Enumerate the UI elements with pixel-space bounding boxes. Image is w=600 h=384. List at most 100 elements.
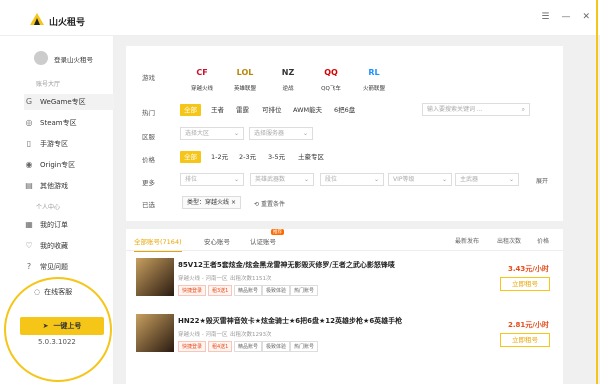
game-name: 英雄联盟 [233,86,256,92]
more-filter-select[interactable]: 英雄武器数 ⌄ [250,173,314,186]
chevron-down-icon: ⌄ [302,130,308,137]
server-select[interactable]: 选择服务器 ⌄ [249,127,313,140]
search-icon: ⌕ [521,106,525,113]
more-filter-value: VIP等级 [393,176,415,183]
sidebar-item[interactable]: ▤ 其他游戏 [24,178,114,194]
game-logo-icon: RL [368,67,380,77]
app-window: 山火租号 ☰ — ✕ 登录山火租号 账号大厅 个人中心 ◌ 在线客服 ➤ 一键上… [0,0,600,384]
expand-toggle[interactable]: 展开 [536,176,548,185]
chevron-down-icon: ⌄ [508,176,514,183]
chevron-down-icon: ⌄ [441,176,447,183]
game-option[interactable]: QQ QQ飞车 [316,62,346,93]
game-option[interactable]: RL 火箭联盟 [359,62,389,93]
more-filter-value: 英雄武器数 [255,176,286,183]
login-link[interactable]: 登录山火租号 [54,54,93,64]
sidebar-item-label: 我的收藏 [40,242,68,250]
question-icon: ? [26,262,32,271]
account-thumbnail[interactable] [136,314,174,352]
more-filter-select[interactable]: 排位 ⌄ [180,173,244,186]
tab-verified-accounts[interactable]: 认证账号 [250,236,276,246]
game-option[interactable]: LOL 英雄联盟 [230,62,260,93]
recommend-badge: 推荐 [271,229,284,235]
price-tag[interactable]: 1-2元 [207,151,232,163]
reset-filters-button[interactable]: ⟲ 重置条件 [254,199,285,208]
selected-row-label: 已选 [142,201,155,209]
sidebar-item[interactable]: ? 常见问题 [24,259,114,275]
app-logo-icon [30,13,44,25]
account-badge: 精品账号 [234,341,263,352]
sidebar-item[interactable]: ♡ 我的收藏 [24,238,114,254]
sidebar-item[interactable]: ▯ 手游专区 [24,136,114,152]
account-price: 2.81元/小时 [508,321,549,329]
account-rent-count: 出租次数1293次 [230,332,272,338]
region-select-value: 选择大区 [185,130,210,137]
more-filter-select[interactable]: 段位 ⌄ [320,173,384,186]
sidebar-item[interactable]: G WeGame专区 [24,94,114,110]
account-title[interactable]: HN22★毁灭雷神音效卡★炫金骑士★6把6盘★12英雄步枪★6英雄手枪 [178,316,402,326]
more-filter-value: 排位 [185,176,198,183]
close-icon[interactable]: × [231,199,236,206]
hot-tag[interactable]: AWM能夫 [289,104,326,116]
menu-icon[interactable]: ☰ [541,12,549,22]
more-filter-value: 段位 [325,176,338,183]
sidebar-item[interactable]: ▦ 我的订单 [24,217,114,233]
search-input[interactable]: 输入要搜索关键词 ... ⌕ [422,103,530,116]
mobile-icon: ▯ [26,139,32,148]
more-filter-select[interactable]: 主武器 ⌄ [455,173,519,186]
close-icon[interactable]: ✕ [582,12,590,22]
online-service-button[interactable]: ◌ 在线客服 [34,287,72,297]
hot-tag[interactable]: 可排位 [258,104,286,116]
game-option[interactable]: NZ 逆战 [273,62,303,93]
price-tag[interactable]: 土豪专区 [294,151,328,163]
game-logo-icon: QQ [324,67,338,77]
sidebar-item[interactable]: ◉ Origin专区 [24,157,114,173]
sidebar-item-label: 其他游戏 [40,182,68,190]
window-right-accent [596,0,598,384]
headset-icon: ◌ [34,288,41,296]
selected-filter-chip[interactable]: 类型：穿越火线 × [182,196,241,209]
tab-all-accounts[interactable]: 全部账号(7164) [134,236,182,252]
game-name: QQ飞车 [321,86,341,92]
price-tag[interactable]: 全部 [180,151,201,163]
more-row-label: 更多 [142,179,155,187]
hot-tag[interactable]: 王者 [207,104,228,116]
order-icon: ▦ [25,220,33,229]
hot-tag[interactable]: 6把6盘 [330,104,359,116]
game-name: 穿越火线 [190,86,213,92]
wegame-icon: G [25,97,33,106]
hot-tag[interactable]: 雷霆 [232,104,253,116]
steam-icon: ◎ [25,118,33,127]
chevron-down-icon: ⌄ [373,176,379,183]
one-key-login-button[interactable]: ➤ 一键上号 [20,317,104,335]
region-row-label: 区服 [142,133,155,141]
avatar[interactable] [34,51,48,65]
account-thumbnail[interactable] [136,258,174,296]
sort-latest[interactable]: 最新发布 [455,236,479,245]
sort-price[interactable]: 价格 [537,236,549,245]
sidebar-item-label: 常见问题 [40,263,68,271]
heart-icon: ♡ [25,241,33,250]
region-select[interactable]: 选择大区 ⌄ [180,127,244,140]
rent-now-button[interactable]: 立即租号 [500,277,550,291]
version-text: 5.0.3.1022 [38,338,76,346]
more-filter-value: 主武器 [460,176,479,183]
account-price: 3.43元/小时 [508,265,549,273]
account-badge: 热门账号 [290,285,319,296]
rent-now-button[interactable]: 立即租号 [500,333,550,347]
minimize-icon[interactable]: — [561,12,570,22]
tab-safe-accounts[interactable]: 安心账号 [204,236,230,246]
app-name: 山火租号 [49,18,86,28]
price-row-label: 价格 [142,156,155,164]
game-option[interactable]: CF 穿越火线 [187,62,217,93]
more-filter-select[interactable]: VIP等级 ⌄ [388,173,452,186]
selected-chip-label: 类型：穿越火线 [187,199,230,206]
sidebar-item[interactable]: ◎ Steam专区 [24,115,114,131]
price-tag[interactable]: 2-3元 [235,151,260,163]
sort-rent-count[interactable]: 出租次数 [497,236,521,245]
price-tag[interactable]: 3-5元 [264,151,289,163]
account-badge: 精品账号 [234,285,263,296]
sidebar-item-label: WeGame专区 [40,98,86,106]
chevron-down-icon: ⌄ [233,176,239,183]
account-title[interactable]: 85V12王者5套炫金/炫金黑龙雷神无影毁灭修罗/王者之武心影怒锋唛 [178,260,395,270]
hot-tag[interactable]: 全部 [180,104,201,116]
